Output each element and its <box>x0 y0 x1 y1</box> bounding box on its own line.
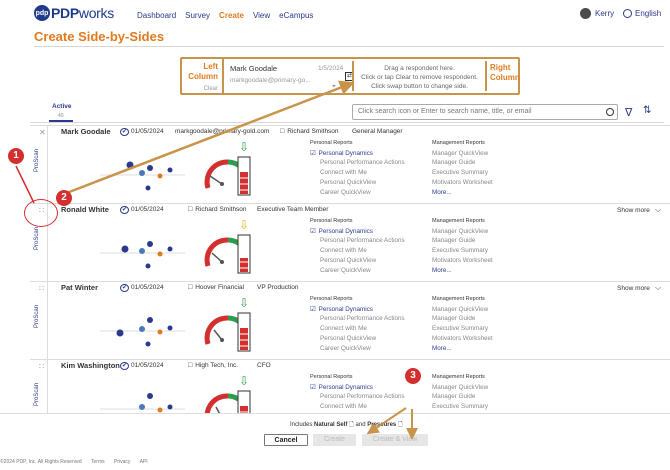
annotation-badge-2: 2 <box>56 190 72 206</box>
annotation-badge-1: 1 <box>8 148 24 164</box>
arrow-1-to-handle <box>15 165 35 204</box>
annotation-badge-3: 3 <box>405 368 421 384</box>
arrow-3-to-create <box>366 407 407 435</box>
annotation-arrows <box>15 80 418 440</box>
drag-handle-highlight <box>24 199 58 227</box>
arrow-2-to-drop-zone <box>63 80 355 196</box>
